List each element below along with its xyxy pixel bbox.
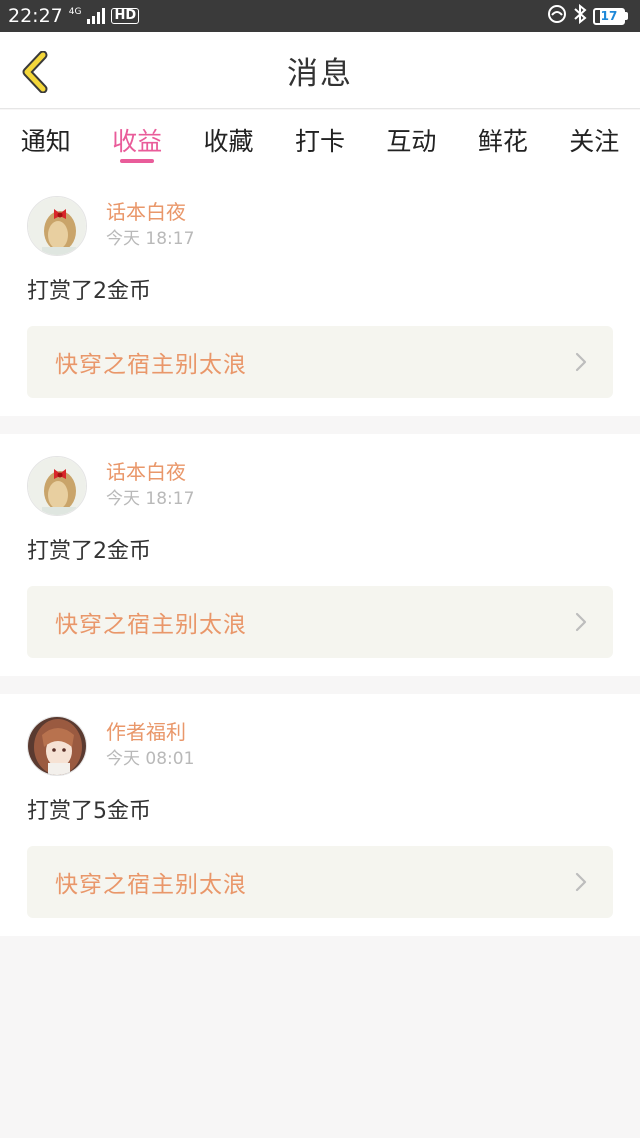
book-link[interactable]: 快穿之宿主别太浪 <box>27 586 613 658</box>
user-info: 话本白夜 今天 18:17 <box>106 199 194 253</box>
status-bar-left: 22:27 4G HD <box>8 5 140 27</box>
message-card: 作者福利 今天 08:01 打赏了5金币 快穿之宿主别太浪 <box>0 694 640 936</box>
user-name[interactable]: 话本白夜 <box>106 199 194 225</box>
user-name[interactable]: 话本白夜 <box>106 459 194 485</box>
user-name[interactable]: 作者福利 <box>106 719 194 745</box>
network-type: 4G <box>68 6 82 17</box>
tab-favorites[interactable]: 收藏 <box>183 110 274 174</box>
status-bar-right: 17 <box>547 3 628 29</box>
tab-earnings[interactable]: 收益 <box>91 110 182 174</box>
chevron-right-icon <box>575 872 587 892</box>
message-text: 打赏了5金币 <box>27 799 151 824</box>
avatar[interactable] <box>27 456 87 516</box>
active-tab-indicator <box>120 159 155 163</box>
header: 消息 <box>0 32 640 109</box>
message-list: 话本白夜 今天 18:17 打赏了2金币 快穿之宿主别太浪 话本白夜 今天 18… <box>0 174 640 954</box>
message-header: 话本白夜 今天 18:17 <box>27 456 613 516</box>
back-arrow-icon <box>22 51 48 93</box>
sync-icon <box>547 4 567 29</box>
message-card: 话本白夜 今天 18:17 打赏了2金币 快穿之宿主别太浪 <box>0 434 640 676</box>
message-header: 作者福利 今天 08:01 <box>27 716 613 776</box>
user-info: 作者福利 今天 08:01 <box>106 719 194 773</box>
user-info: 话本白夜 今天 18:17 <box>106 459 194 513</box>
message-text: 打赏了2金币 <box>27 539 151 564</box>
status-bar: 22:27 4G HD 17 <box>0 0 640 32</box>
tab-label: 关注 <box>569 127 620 156</box>
message-time: 今天 08:01 <box>106 749 195 769</box>
tab-label: 收益 <box>112 127 163 156</box>
bluetooth-icon <box>573 3 587 29</box>
avatar[interactable] <box>27 716 87 776</box>
tab-bar: 通知 收益 收藏 打卡 互动 鲜花 关注 <box>0 110 640 174</box>
message-header: 话本白夜 今天 18:17 <box>27 196 613 256</box>
hd-badge: HD <box>111 8 140 24</box>
tab-interactions[interactable]: 互动 <box>366 110 457 174</box>
tab-notifications[interactable]: 通知 <box>0 110 91 174</box>
tab-label: 互动 <box>386 127 437 156</box>
book-title: 快穿之宿主别太浪 <box>55 352 247 378</box>
book-link[interactable]: 快穿之宿主别太浪 <box>27 846 613 918</box>
book-title: 快穿之宿主别太浪 <box>55 612 247 638</box>
tab-follows[interactable]: 关注 <box>549 110 640 174</box>
battery-level: 17 <box>600 9 618 23</box>
book-title: 快穿之宿主别太浪 <box>55 872 247 898</box>
page-title: 消息 <box>287 55 353 92</box>
tab-label: 鲜花 <box>477 127 528 156</box>
tab-label: 打卡 <box>294 127 345 156</box>
back-button[interactable] <box>16 50 52 94</box>
chevron-right-icon <box>575 352 587 372</box>
battery-icon: 17 <box>593 7 628 25</box>
status-time: 22:27 <box>8 5 63 27</box>
tab-flowers[interactable]: 鲜花 <box>457 110 548 174</box>
signal-icon <box>87 8 106 24</box>
message-card: 话本白夜 今天 18:17 打赏了2金币 快穿之宿主别太浪 <box>0 174 640 416</box>
tab-checkin[interactable]: 打卡 <box>274 110 365 174</box>
avatar[interactable] <box>27 196 87 256</box>
tab-label: 收藏 <box>203 127 254 156</box>
message-time: 今天 18:17 <box>106 489 195 509</box>
chevron-right-icon <box>575 612 587 632</box>
book-link[interactable]: 快穿之宿主别太浪 <box>27 326 613 398</box>
message-text: 打赏了2金币 <box>27 279 151 304</box>
message-time: 今天 18:17 <box>106 229 195 249</box>
tab-label: 通知 <box>20 127 71 156</box>
